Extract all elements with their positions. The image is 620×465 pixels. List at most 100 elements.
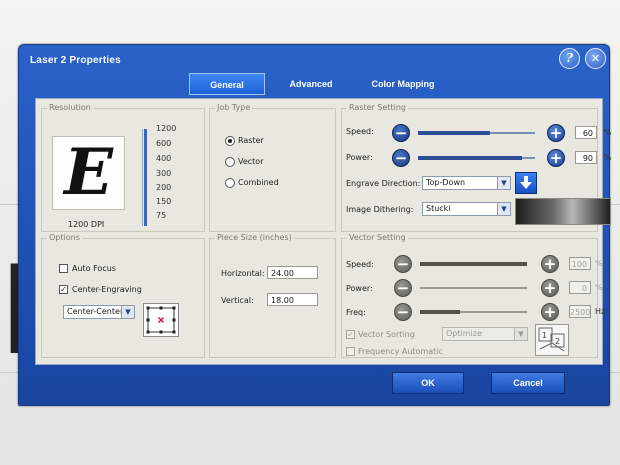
vector-speed-slider[interactable]	[420, 262, 527, 266]
group-title: Vector Setting	[347, 233, 408, 242]
center-mode-value: Center-Center	[67, 307, 124, 316]
raster-power-slider[interactable]	[418, 156, 535, 160]
dialog-title: Laser 2 Properties	[30, 55, 121, 66]
image-dithering-select[interactable]: Stucki ▼	[422, 202, 511, 216]
radio-raster-label[interactable]: Raster	[238, 136, 264, 145]
vector-sorting-label[interactable]: Vector Sorting	[358, 330, 415, 339]
center-engraving-checkbox[interactable]: ✓	[59, 285, 68, 294]
resolution-tick[interactable]: 150	[156, 197, 196, 206]
tab-advanced[interactable]: Advanced	[273, 73, 349, 95]
raster-speed-unit: %	[604, 128, 612, 137]
raster-power-minus-button[interactable]: −	[392, 149, 410, 167]
help-button[interactable]: ?	[559, 48, 580, 69]
vector-freq-plus-button[interactable]: +	[541, 303, 559, 321]
resolution-caption: 1200 DPI	[68, 220, 105, 229]
raster-speed-minus-button[interactable]: −	[392, 124, 410, 142]
radio-combined[interactable]	[225, 178, 235, 188]
tab-color-mapping[interactable]: Color Mapping	[353, 73, 453, 95]
vector-speed-minus-button[interactable]: −	[394, 255, 412, 273]
svg-text:1: 1	[542, 331, 547, 340]
horizontal-input[interactable]: 24.00	[267, 266, 318, 279]
raster-power-label: Power:	[346, 153, 373, 162]
ok-button[interactable]: OK	[392, 372, 464, 394]
auto-focus-label[interactable]: Auto Focus	[72, 264, 116, 273]
vector-setting-group: Vector Setting Speed: − + 100 % Power: −…	[341, 233, 605, 358]
vector-freq-input[interactable]: 2500	[569, 305, 591, 318]
radio-selected-dot	[228, 139, 232, 143]
vector-power-plus-button[interactable]: +	[541, 279, 559, 297]
slider-fill	[420, 310, 460, 314]
vector-freq-minus-button[interactable]: −	[394, 303, 412, 321]
vector-power-input[interactable]: 0	[569, 281, 591, 294]
engrave-direction-arrow-icon[interactable]	[515, 172, 537, 194]
close-button[interactable]: ✕	[585, 48, 606, 69]
image-dithering-label: Image Dithering:	[346, 205, 414, 214]
raster-speed-label: Speed:	[346, 127, 374, 136]
chevron-down-icon[interactable]: ▼	[497, 177, 510, 189]
radio-vector[interactable]	[225, 157, 235, 167]
vector-freq-slider[interactable]	[420, 310, 527, 314]
group-title: Options	[47, 233, 82, 242]
radio-vector-label[interactable]: Vector	[238, 157, 264, 166]
tab-general[interactable]: General	[189, 73, 265, 95]
engrave-direction-select[interactable]: Top-Down ▼	[422, 176, 511, 190]
frequency-automatic-label[interactable]: Frequency Automatic	[358, 347, 443, 356]
resolution-tick[interactable]: 75	[156, 211, 196, 220]
resolution-group: Resolution E 1200 DPI 1200 600 400 300 2…	[41, 103, 205, 232]
vertical-input[interactable]: 18.00	[267, 293, 318, 306]
job-type-group: Job Type Raster Vector Combined	[209, 103, 336, 232]
vector-speed-input[interactable]: 100	[569, 257, 591, 270]
resolution-tick[interactable]: 200	[156, 183, 196, 192]
general-panel: Resolution E 1200 DPI 1200 600 400 300 2…	[35, 98, 612, 365]
vector-freq-label: Freq:	[346, 308, 366, 317]
slider-fill	[418, 156, 522, 160]
raster-speed-input[interactable]: 60	[575, 126, 597, 139]
horizontal-label: Horizontal:	[221, 269, 265, 278]
resolution-tick[interactable]: 300	[156, 169, 196, 178]
options-group: Options Auto Focus ✓ Center-Engraving Ce…	[41, 233, 205, 358]
properties-dialog: Laser 2 Properties ? ✕ General Advanced …	[18, 44, 612, 406]
chevron-down-icon[interactable]: ▼	[514, 328, 527, 340]
resolution-slider[interactable]	[144, 129, 147, 226]
slider-fill	[420, 262, 527, 266]
raster-power-input[interactable]: 90	[575, 151, 597, 164]
raster-power-plus-button[interactable]: +	[547, 149, 565, 167]
cancel-button[interactable]: Cancel	[491, 372, 565, 394]
center-mode-select[interactable]: Center-Center ▼	[63, 305, 135, 319]
resolution-tick[interactable]: 1200	[156, 124, 196, 133]
radio-raster[interactable]	[225, 136, 235, 146]
chevron-down-icon[interactable]: ▼	[121, 306, 134, 318]
radio-combined-label[interactable]: Combined	[238, 178, 279, 187]
resolution-preview: E	[52, 136, 125, 210]
dithering-preview	[515, 198, 611, 225]
vector-speed-plus-button[interactable]: +	[541, 255, 559, 273]
resolution-tick[interactable]: 600	[156, 139, 196, 148]
frequency-automatic-checkbox[interactable]	[346, 347, 355, 356]
vector-power-label: Power:	[346, 284, 373, 293]
raster-speed-slider[interactable]	[418, 131, 535, 135]
engrave-direction-label: Engrave Direction:	[346, 179, 421, 188]
vector-power-slider[interactable]	[420, 287, 527, 289]
svg-text:2: 2	[555, 337, 560, 346]
vertical-label: Vertical:	[221, 296, 254, 305]
vector-sorting-select[interactable]: Optimize ▼	[442, 327, 528, 341]
group-title: Resolution	[47, 103, 93, 112]
vector-power-minus-button[interactable]: −	[394, 279, 412, 297]
auto-focus-checkbox[interactable]	[59, 264, 68, 273]
vector-freq-unit: Hz	[595, 307, 606, 316]
center-position-icon[interactable]	[143, 303, 179, 337]
vector-speed-unit: %	[595, 259, 603, 268]
vector-speed-label: Speed:	[346, 260, 374, 269]
resolution-tick[interactable]: 400	[156, 154, 196, 163]
raster-power-unit: %	[604, 153, 612, 162]
vector-power-unit: %	[595, 283, 603, 292]
vector-sorting-checkbox[interactable]: ✓	[346, 330, 355, 339]
chevron-down-icon[interactable]: ▼	[497, 203, 510, 215]
title-bar[interactable]: Laser 2 Properties ? ✕	[19, 45, 609, 73]
raster-speed-plus-button[interactable]: +	[547, 124, 565, 142]
raster-setting-group: Raster Setting Speed: − + 60 % Power: − …	[341, 103, 612, 232]
engrave-direction-value: Top-Down	[426, 178, 466, 187]
vector-sorting-icon: 1 2	[535, 324, 569, 356]
center-engraving-label[interactable]: Center-Engraving	[72, 285, 142, 294]
group-title: Job Type	[215, 103, 253, 112]
